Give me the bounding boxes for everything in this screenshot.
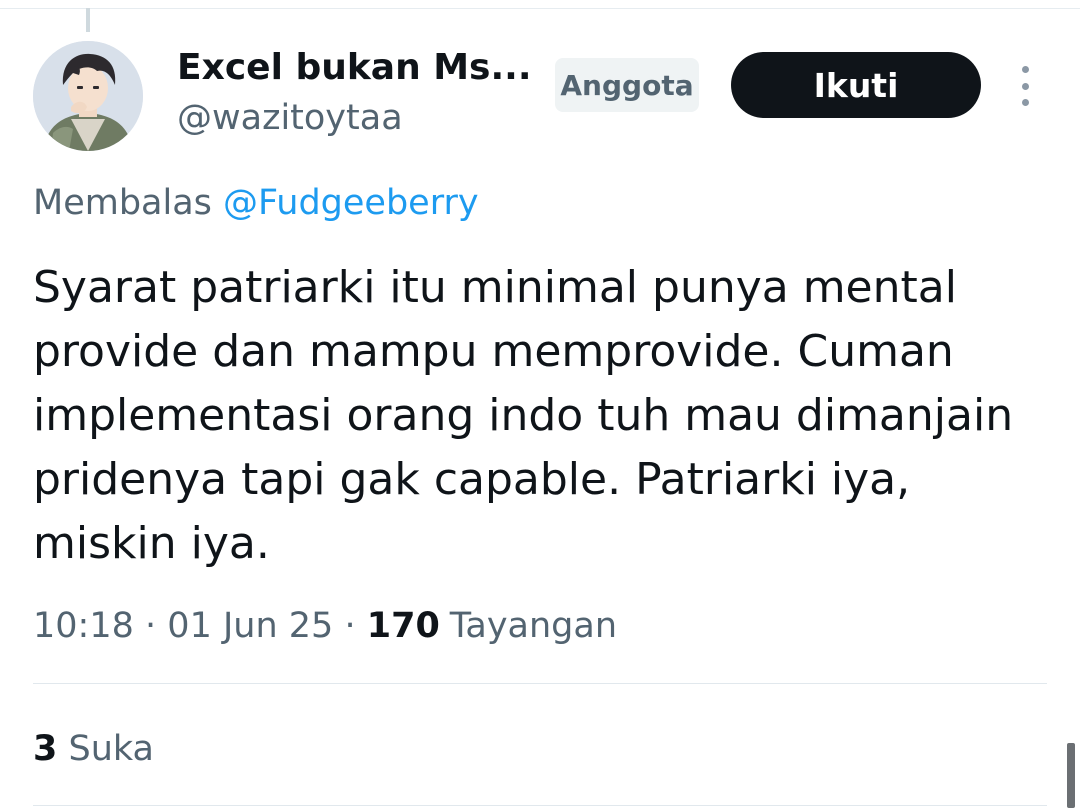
- tweet-date[interactable]: 01 Jun 25: [167, 606, 333, 646]
- scrollbar-thumb[interactable]: [1067, 743, 1075, 808]
- more-dot: [1021, 82, 1029, 90]
- divider: [33, 805, 1047, 806]
- follow-button[interactable]: Ikuti: [731, 52, 981, 118]
- thread-connector-line: [86, 8, 90, 32]
- reply-mention-link[interactable]: @Fudgeeberry: [223, 183, 479, 223]
- meta-separator: ·: [344, 606, 356, 646]
- divider: [33, 683, 1047, 684]
- author-display-name[interactable]: Excel bukan Ms...: [177, 44, 532, 92]
- likes-label: Suka: [68, 729, 155, 769]
- tweet-meta: 10:18 · 01 Jun 25 · 170 Tayangan: [33, 603, 617, 649]
- views-label: Tayangan: [449, 606, 618, 646]
- top-border: [0, 8, 1080, 9]
- member-badge: Anggota: [555, 58, 699, 112]
- meta-separator: ·: [145, 606, 157, 646]
- likes-link[interactable]: 3 Suka: [33, 726, 154, 772]
- more-dot: [1021, 66, 1029, 73]
- more-dot: [1021, 99, 1029, 106]
- reply-context: Membalas @Fudgeeberry: [33, 180, 479, 226]
- likes-count: 3: [33, 729, 58, 769]
- avatar[interactable]: [33, 41, 143, 151]
- reply-prefix: Membalas: [33, 183, 212, 223]
- tweet-text: Syarat patriarki itu minimal punya menta…: [33, 262, 1014, 569]
- author-handle[interactable]: @wazitoytaa: [177, 96, 403, 140]
- tweet-time[interactable]: 10:18: [33, 606, 134, 646]
- more-options-icon[interactable]: [1008, 66, 1042, 106]
- avatar-illustration: [33, 41, 143, 151]
- views-count: 170: [366, 606, 440, 646]
